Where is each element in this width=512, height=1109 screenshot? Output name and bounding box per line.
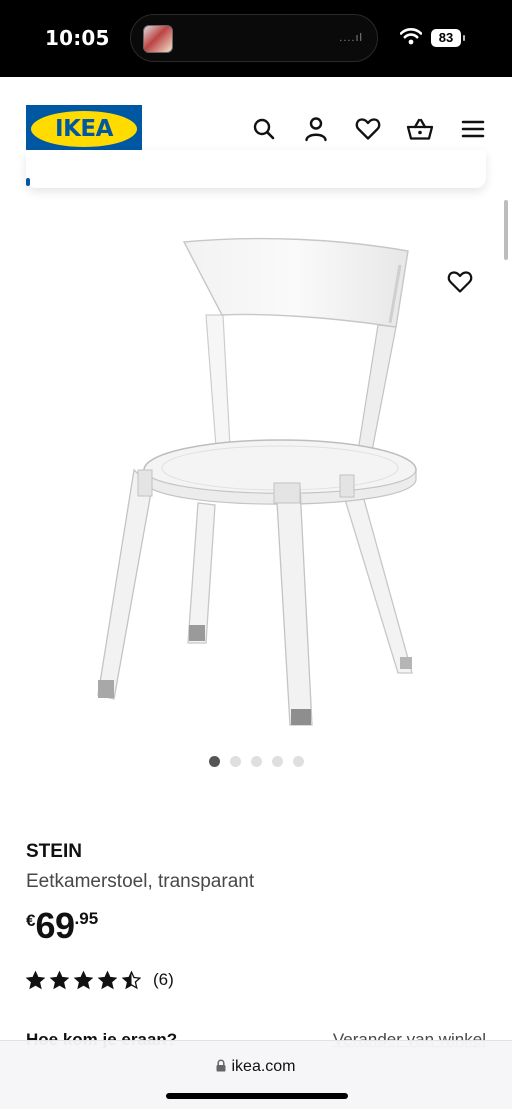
- status-bar: 10:05 ....ıl 83: [0, 0, 512, 77]
- url-text: ikea.com: [231, 1058, 296, 1075]
- product-price: € 69 .95: [26, 906, 98, 946]
- heart-icon[interactable]: [354, 115, 382, 143]
- logo-wordmark: IKEA: [55, 116, 113, 142]
- now-playing-thumbnail: [143, 25, 173, 53]
- banner-accent: [26, 178, 30, 186]
- ikea-logo[interactable]: IKEA: [26, 105, 142, 153]
- pager-dot-5[interactable]: [292, 756, 304, 767]
- account-icon[interactable]: [302, 115, 330, 143]
- pager-dot-4[interactable]: [271, 756, 283, 767]
- product-rating[interactable]: (6): [26, 970, 174, 990]
- pager-dot-1[interactable]: [208, 756, 220, 767]
- home-indicator[interactable]: [166, 1093, 348, 1099]
- wifi-icon: [399, 27, 423, 50]
- battery-indicator: 83: [431, 29, 465, 47]
- product-description: Eetkamerstoel, transparant: [26, 871, 255, 892]
- page-scrollbar[interactable]: [504, 200, 508, 260]
- star-icon: [98, 970, 117, 989]
- price-currency: €: [26, 911, 36, 930]
- lock-icon: [216, 1059, 226, 1077]
- product-name: STEIN: [26, 841, 82, 862]
- star-icon: [50, 970, 69, 989]
- price-decimals: .95: [74, 909, 99, 928]
- image-pager: [0, 756, 512, 768]
- audio-level-indicator: ....ıl: [339, 32, 363, 44]
- product-image[interactable]: [60, 225, 460, 745]
- star-icon: [26, 970, 45, 989]
- collapsed-banner-card[interactable]: [26, 150, 486, 188]
- search-icon[interactable]: [250, 115, 278, 143]
- star-icon: [74, 970, 93, 989]
- browser-url-bar[interactable]: ikea.com: [0, 1040, 512, 1109]
- review-count[interactable]: (6): [153, 970, 174, 990]
- pager-dot-3[interactable]: [250, 756, 262, 767]
- pager-dot-2[interactable]: [229, 756, 241, 767]
- rating-stars: [26, 970, 141, 990]
- star-icon: [122, 970, 141, 989]
- address-field[interactable]: ikea.com: [0, 1058, 512, 1077]
- add-to-favourites-icon[interactable]: [444, 266, 476, 298]
- basket-icon[interactable]: [406, 115, 434, 143]
- menu-icon[interactable]: [459, 115, 487, 143]
- price-integer: 69: [35, 905, 75, 946]
- dynamic-island[interactable]: ....ıl: [130, 14, 378, 62]
- status-time: 10:05: [45, 26, 110, 50]
